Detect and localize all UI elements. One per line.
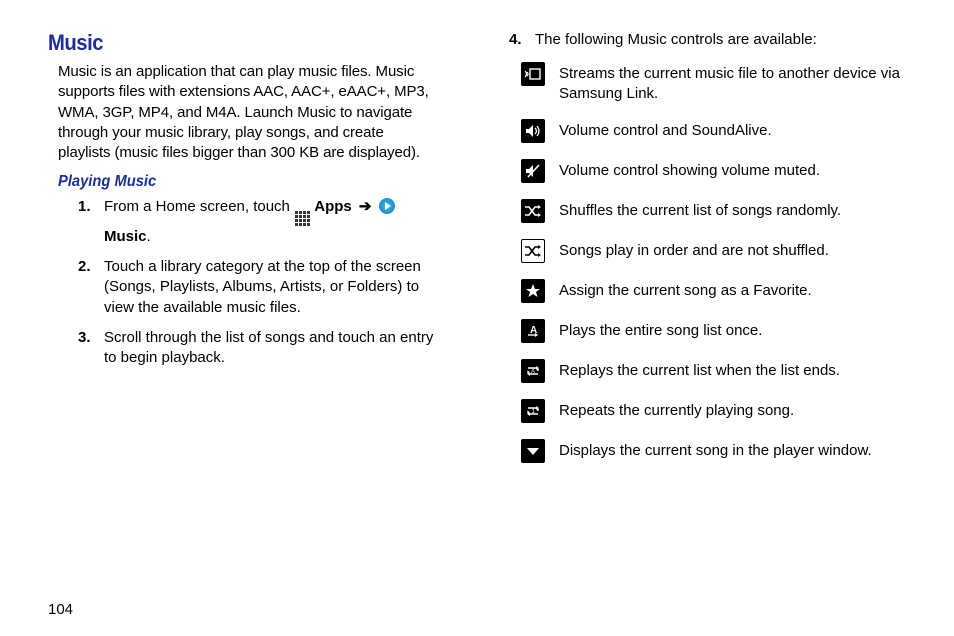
step-4-text: The following Music controls are availab… [535,31,817,48]
control-desc: Assign the current song as a Favorite. [559,281,812,301]
control-row: Shuffles the current list of songs rando… [521,201,904,223]
now-playing-icon [521,439,545,463]
control-row: A Plays the entire song list once. [521,321,904,343]
intro-paragraph: Music is an application that can play mu… [58,62,437,163]
control-row: 1 Repeats the currently playing song. [521,401,904,423]
subsection-title: Playing Music [58,173,410,191]
no-shuffle-icon [521,239,545,263]
step-1-text-pre: From a Home screen, touch [104,198,294,215]
control-desc: Volume control showing volume muted. [559,161,820,181]
control-desc: Replays the current list when the list e… [559,361,840,381]
control-desc: Repeats the currently playing song. [559,401,794,421]
page-number: 104 [48,601,73,618]
control-desc: Plays the entire song list once. [559,321,762,341]
control-desc: Displays the current song in the player … [559,441,872,461]
mute-icon [521,159,545,183]
control-row: A Replays the current list when the list… [521,361,904,383]
control-row: Songs play in order and are not shuffled… [521,241,904,263]
music-label: Music [104,228,147,245]
step-3-text: Scroll through the list of songs and tou… [104,329,433,366]
controls-table: Streams the current music file to anothe… [521,64,904,463]
control-row: Volume control showing volume muted. [521,161,904,183]
favorite-icon [521,279,545,303]
step-3: 3. Scroll through the list of songs and … [82,328,441,369]
apps-icon [294,211,310,227]
step-number: 1. [78,197,91,217]
steps-list-right: 4. The following Music controls are avai… [513,30,904,50]
control-row: Streams the current music file to anothe… [521,64,904,103]
play-once-icon: A [521,319,545,343]
right-column: 4. The following Music controls are avai… [511,30,904,590]
repeat-one-icon: 1 [521,399,545,423]
step-1: 1. From a Home screen, touch Apps ➔ Musi… [82,197,441,247]
control-desc: Streams the current music file to anothe… [559,64,904,103]
control-desc: Shuffles the current list of songs rando… [559,201,841,221]
control-desc: Volume control and SoundAlive. [559,121,772,141]
apps-label: Apps [314,198,352,215]
step-2: 2. Touch a library category at the top o… [82,257,441,318]
step-number: 2. [78,257,91,277]
stream-icon [521,62,545,86]
control-row: Displays the current song in the player … [521,441,904,463]
control-row: Volume control and SoundAlive. [521,121,904,143]
svg-text:A: A [531,369,535,375]
step-number: 3. [78,328,91,348]
section-title: Music [48,30,410,56]
step-2-text: Touch a library category at the top of t… [104,258,421,316]
left-column: Music Music is an application that can p… [48,30,441,590]
arrow-icon: ➔ [359,198,372,215]
control-row: Assign the current song as a Favorite. [521,281,904,303]
step-1-text-post: . [147,228,151,245]
music-icon [379,198,395,214]
shuffle-icon [521,199,545,223]
steps-list: 1. From a Home screen, touch Apps ➔ Musi… [82,197,441,368]
repeat-all-icon: A [521,359,545,383]
step-number: 4. [509,30,522,50]
step-4: 4. The following Music controls are avai… [513,30,904,50]
control-desc: Songs play in order and are not shuffled… [559,241,829,261]
volume-icon [521,119,545,143]
